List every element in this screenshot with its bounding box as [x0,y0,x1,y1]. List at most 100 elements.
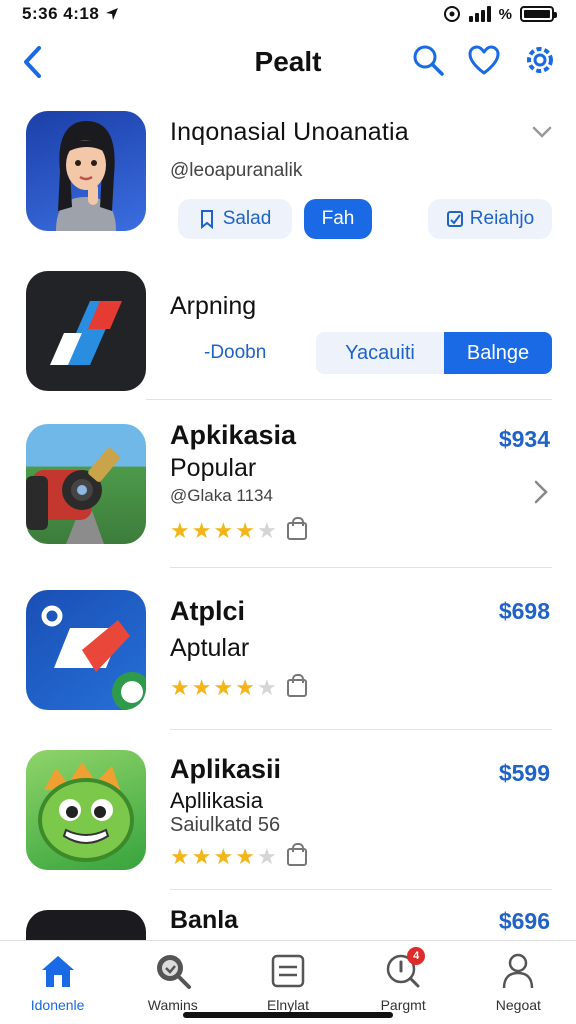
app-icon [26,590,146,710]
featured-avatar [26,111,146,231]
search-icon [413,45,444,76]
section2-left-label[interactable]: -Doobn [204,342,266,364]
location-icon [106,8,119,20]
tab-label: Elnylat [266,997,309,1013]
star-icon: ★ [170,844,190,869]
rating-stars: ★ ★ ★ ★ ★ [170,517,307,543]
star-icon: ★ [235,518,255,543]
divider [146,399,552,400]
divider [170,889,552,890]
follow-button[interactable]: Fah [304,199,372,239]
star-icon: ★ [235,675,255,700]
app-price: $599 [498,760,550,786]
star-icon: ★ [170,518,190,543]
robot-camera-icon [26,448,120,544]
featured-handle: @leoapuranalik [170,160,303,181]
notification-badge: 4 [407,947,426,965]
star-icon: ★ [256,844,277,869]
list-item[interactable]: Aplikasii Apllikasia Saiulkatd 56 $599 ★… [0,740,576,890]
arrow-logo-icon [41,605,146,710]
featured-title: Inqonasial Unoanatia [170,118,409,146]
divider [170,729,552,730]
segment-a[interactable]: Yacauiti [316,332,444,374]
section2-title: Arpning [170,292,257,320]
lock-icon [286,517,307,540]
featured-card[interactable]: Inqonasial Unoanatia @leoapuranalik Sala… [0,100,576,260]
home-icon [38,951,78,991]
alarm-icon [443,6,460,22]
related-button[interactable]: Reiahjo [428,199,552,239]
notification-icon: 4 [383,947,426,991]
saved-label: Salad [222,208,272,229]
app-price: $698 [498,598,550,624]
network-label: % [498,5,512,23]
settings-button[interactable] [522,42,558,78]
star-icon: ★ [256,518,277,543]
app-category: Apllikasia [170,788,263,813]
battery-icon [520,6,557,22]
related-label: Reiahjo [469,208,535,229]
divider [170,567,552,568]
tab-profile[interactable]: Negoat [468,941,568,1024]
app-name: Atplci [170,596,246,626]
star-icon: ★ [235,844,255,869]
circle-logo-icon [26,910,146,940]
app-name: Banla [170,906,239,934]
tab-label: Idonenle [30,997,85,1013]
list-item[interactable]: Apkikasia Popular @Glaka 1134 $934 ★ ★ ★… [0,410,576,566]
bookmark-icon [200,210,213,229]
person-portrait-icon [56,121,116,231]
star-icon: ★ [213,844,234,869]
signal-icon [468,6,491,22]
tab-label: Pargmt [380,997,426,1013]
star-icon: ★ [191,844,212,869]
chevron-right-icon[interactable] [534,480,548,504]
search-button[interactable] [410,42,446,78]
app-name: Aplikasii [170,754,282,784]
list-icon [268,951,308,991]
stripes-logo-icon [50,301,122,365]
rating-stars: ★ ★ ★ ★ ★ [170,843,307,869]
status-time-text: 5:36 4:18 [22,4,100,23]
star-icon: ★ [213,518,234,543]
app-meta: Saiulkatd 56 [170,814,281,836]
star-icon: ★ [256,675,277,700]
app-icon [26,424,146,544]
section2-card[interactable]: Arpning -Doobn [0,262,576,400]
status-bar: 5:36 4:18 % [0,0,576,28]
list-item[interactable]: Atplci Aptular $698 ★ ★ ★ ★ ★ [0,578,576,728]
section2-app-icon [26,271,146,391]
chevron-down-icon[interactable] [532,126,552,138]
home-indicator [183,1012,393,1018]
chevron-left-icon [24,46,41,78]
star-icon: ★ [170,675,190,700]
lock-icon [286,674,307,697]
star-icon: ★ [213,675,234,700]
tab-home[interactable]: Idonenle [8,941,108,1024]
page-title: Pealt [254,46,322,77]
app-price: $696 [498,908,550,934]
segment-b[interactable]: Balnge [444,332,552,374]
lock-icon [286,843,307,866]
app-category: Aptular [170,634,250,662]
status-time: 5:36 4:18 [22,4,119,24]
back-button[interactable] [18,44,46,80]
nav-bar: Pealt [0,32,576,92]
follow-label: Fah [321,208,355,229]
star-icon: ★ [191,675,212,700]
saved-button[interactable]: Salad [178,199,292,239]
favorites-button[interactable] [466,42,502,78]
app-icon [26,910,146,940]
search-icon [153,951,193,991]
list-item[interactable]: Banla $696 [0,898,576,940]
app-name: Apkikasia [170,420,297,450]
app-price: $934 [498,426,550,452]
gear-icon [527,47,553,73]
tab-label: Negoat [495,997,541,1013]
app-icon [26,750,146,870]
app-category: Popular [170,454,257,482]
tab-label: Wamins [147,997,198,1013]
app-meta: @Glaka 1134 [170,486,273,505]
edit-icon [446,211,463,227]
profile-icon [498,951,538,991]
